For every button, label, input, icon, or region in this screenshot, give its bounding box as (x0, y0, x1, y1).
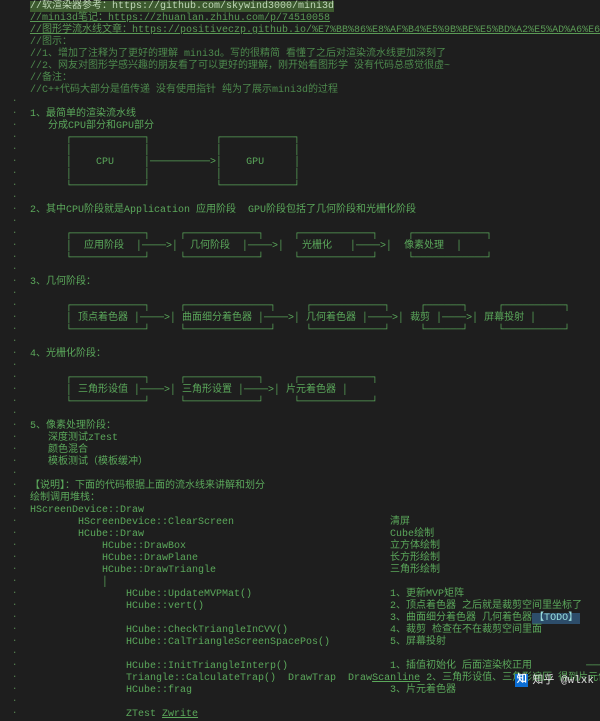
watermark: 知 知乎 @wlxk (515, 674, 594, 688)
call-stack-line: HCube::DrawTriangle 三角形绘制 (30, 564, 600, 576)
call-stack-line: HScreenDevice::ClearScreen 清屏 (30, 516, 600, 528)
call-stack-line: HCube::Draw Cube绘制 (30, 528, 600, 540)
call-stack-line: HCube::InitTriangleInterp() 1、插值初始化 后面渲染… (30, 660, 600, 672)
comment-line: //C++代码大部分是值传递 没有使用指针 纯为了展示mini3d的过程 (30, 84, 600, 96)
call-stack-line: │ (30, 648, 600, 660)
link-zhihu[interactable]: //mini3d笔记：https://zhuanlan.zhihu.com/p/… (30, 13, 330, 24)
section-1-title: 1、最简单的渲染流水线 (30, 108, 600, 120)
editor-gutter: ········································… (12, 0, 24, 694)
call-stack-line (30, 696, 600, 708)
call-stack-line: HCube::UpdateMVPMat() 1、更新MVP矩阵 │ (30, 588, 600, 600)
call-stack-line: HCube::CalTriangleScreenSpacePos() 5、屏幕投… (30, 636, 600, 648)
call-stack-line: HScreenDevice::Draw (30, 504, 600, 516)
comment-line: //1、增加了注释为了更好的理解 mini3d。写的很精简 看懂了之后对渲染流水… (30, 48, 600, 60)
section-1-sub: 分成CPU部分和GPU部分 (30, 120, 600, 132)
call-stack-line: HCube::CheckTriangleInCVV() 4、裁剪 检查在不在裁剪… (30, 624, 600, 636)
zhihu-logo-icon: 知 (515, 674, 528, 687)
call-stack-line: HCube::vert() 2、顶点着色器 之后就是裁剪空间里坐标了 │ (30, 600, 600, 612)
code-content: //软渲染器参考：https://github.com/skywind3000/… (30, 0, 600, 720)
call-stack-line: HCube::DrawPlane 长方形绘制 (30, 552, 600, 564)
call-stack-line: HCube::DrawBox 立方体绘制 (30, 540, 600, 552)
comment-line: //备注： (30, 72, 600, 84)
comment-line: //2、网友对图形学感兴趣的朋友看了可以更好的理解，刚开始看图形学 没有代码总感… (30, 60, 600, 72)
call-stack-line: │ (30, 576, 600, 588)
watermark-text: 知乎 @wlxk (532, 674, 594, 688)
comment-line: //软渲染器参考：https://github.com/skywind3000/… (30, 1, 334, 12)
section-4-title: 4、光栅化阶段： (30, 348, 600, 360)
section-2-title: 2、其中CPU阶段就是Application 应用阶段 GPU阶段包括了几何阶段… (30, 204, 600, 216)
section-6-title: 【说明】：下面的代码根据上面的流水线来讲解和划分 (30, 480, 600, 492)
call-stack-line: ZTest Zwrite (30, 708, 600, 720)
link-pdf[interactable]: //图形学流水线文章：https://positiveczp.github.io… (30, 25, 600, 36)
comment-line: //图示： (30, 36, 600, 48)
call-stack-line: 3、曲面细分着色器 几何着色器【TODO】 │───>几何阶段 (30, 612, 600, 624)
section-5-title: 5、像素处理阶段： (30, 420, 600, 432)
section-3-title: 3、几何阶段： (30, 276, 600, 288)
